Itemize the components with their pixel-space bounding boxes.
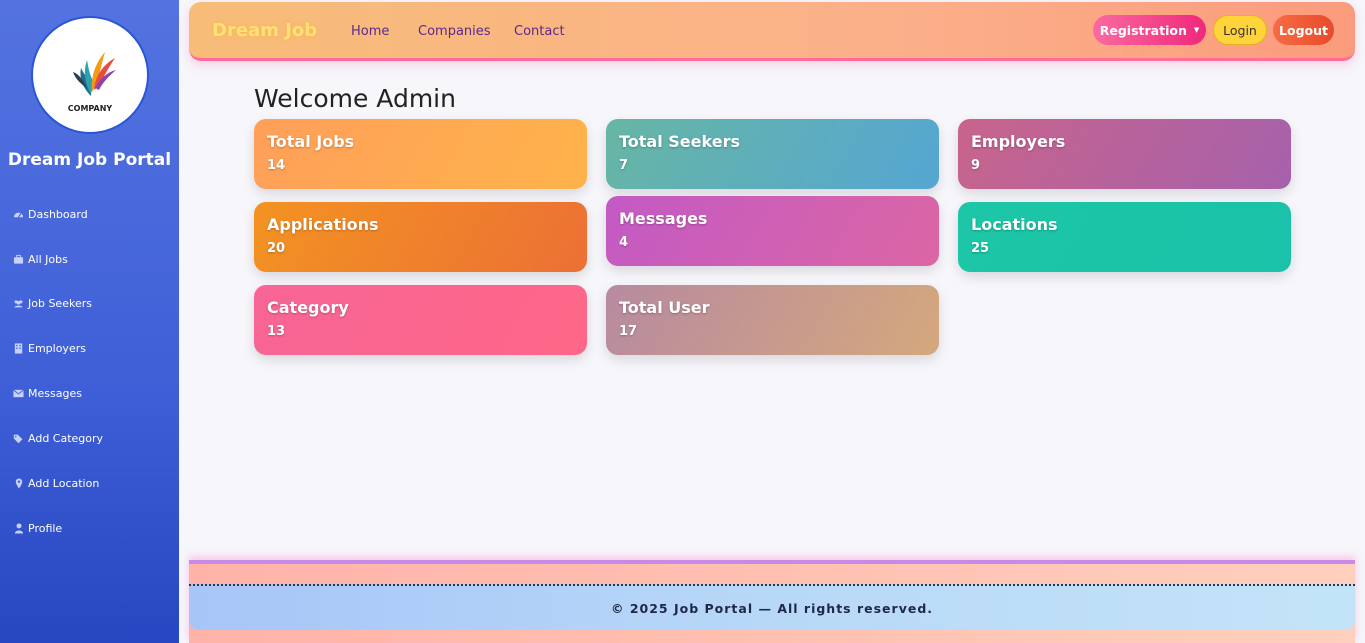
stat-card-category[interactable]: Category 13 (254, 285, 587, 355)
stat-card-title: Total User (619, 298, 710, 317)
stat-card-value: 7 (619, 158, 629, 173)
portal-title: Dream Job Portal (7, 150, 172, 170)
stat-card-value: 25 (971, 241, 990, 256)
sidebar-item-dashboard[interactable]: Dashboard (13, 208, 88, 221)
stat-card-value: 13 (267, 324, 286, 339)
stat-card-total-user[interactable]: Total User 17 (606, 285, 939, 355)
logout-button[interactable]: Logout (1273, 15, 1334, 45)
briefcase-icon (13, 254, 24, 265)
sidebar-item-label: Add Location (28, 477, 100, 490)
building-icon (13, 343, 24, 354)
nav-link-contact[interactable]: Contact (514, 24, 565, 39)
sidebar-item-label: Profile (28, 522, 63, 535)
stat-card-title: Applications (267, 215, 379, 234)
sidebar-item-job-seekers[interactable]: Job Seekers (13, 297, 92, 310)
dashboard-icon (13, 209, 24, 220)
sidebar-item-add-location[interactable]: Add Location (13, 477, 99, 490)
caret-down-icon: ▼ (1193, 26, 1200, 34)
company-logo: COMPANY (31, 16, 149, 134)
users-icon (13, 298, 24, 309)
sidebar-item-employers[interactable]: Employers (13, 342, 86, 355)
stat-card-locations[interactable]: Locations 25 (958, 202, 1291, 272)
stat-card-title: Total Jobs (267, 132, 355, 151)
stat-card-title: Locations (971, 215, 1058, 234)
brand-link[interactable]: Dream Job (212, 20, 317, 41)
stat-card-value: 4 (619, 235, 629, 250)
footer-box: © 2025 Job Portal — All rights reserved. (189, 584, 1355, 630)
sidebar-item-label: Job Seekers (28, 297, 92, 310)
wing-logo-icon (73, 51, 116, 96)
stat-card-title: Total Seekers (619, 132, 740, 151)
sidebar-item-add-category[interactable]: Add Category (13, 432, 103, 445)
stat-card-value: 14 (267, 158, 286, 173)
sidebar-item-label: Add Category (28, 432, 104, 445)
stat-card-messages[interactable]: Messages 4 (606, 196, 939, 266)
stat-card-total-jobs[interactable]: Total Jobs 14 (254, 119, 587, 189)
registration-label: Registration (1099, 22, 1187, 38)
stat-card-title: Messages (619, 209, 708, 228)
stat-card-value: 20 (267, 241, 286, 256)
sidebar-item-all-jobs[interactable]: All Jobs (13, 253, 68, 266)
top-navbar: Dream Job Home Companies Contact Registr… (189, 2, 1355, 61)
footer-copyright: © 2025 Job Portal — All rights reserved. (610, 600, 934, 616)
stat-card-value: 9 (971, 158, 981, 173)
nav-link-home[interactable]: Home (351, 24, 389, 39)
sidebar-item-messages[interactable]: Messages (13, 387, 82, 400)
stat-card-value: 17 (619, 324, 638, 339)
footer: © 2025 Job Portal — All rights reserved. (189, 560, 1355, 643)
sidebar-item-label: Dashboard (28, 208, 88, 221)
tags-icon (13, 433, 24, 444)
sidebar: COMPANY Dream Job Portal Dashboard All J… (0, 0, 179, 643)
stat-card-title: Employers (971, 132, 1066, 151)
map-marker-icon (13, 478, 24, 489)
registration-dropdown-button[interactable]: Registration ▼ (1093, 15, 1206, 45)
sidebar-item-profile[interactable]: Profile (13, 522, 62, 535)
sidebar-item-label: Messages (28, 387, 82, 400)
sidebar-item-label: All Jobs (28, 253, 68, 266)
stat-card-employers[interactable]: Employers 9 (958, 119, 1291, 189)
sidebar-item-label: Employers (28, 342, 86, 355)
login-button[interactable]: Login (1213, 15, 1267, 45)
stat-card-total-seekers[interactable]: Total Seekers 7 (606, 119, 939, 189)
page-title: Welcome Admin (254, 84, 456, 113)
logo-text: COMPANY (67, 103, 113, 113)
nav-link-companies[interactable]: Companies (418, 24, 491, 39)
envelope-icon (13, 388, 24, 399)
user-icon (13, 523, 24, 534)
stat-card-applications[interactable]: Applications 20 (254, 202, 587, 272)
stat-card-title: Category (267, 298, 349, 317)
